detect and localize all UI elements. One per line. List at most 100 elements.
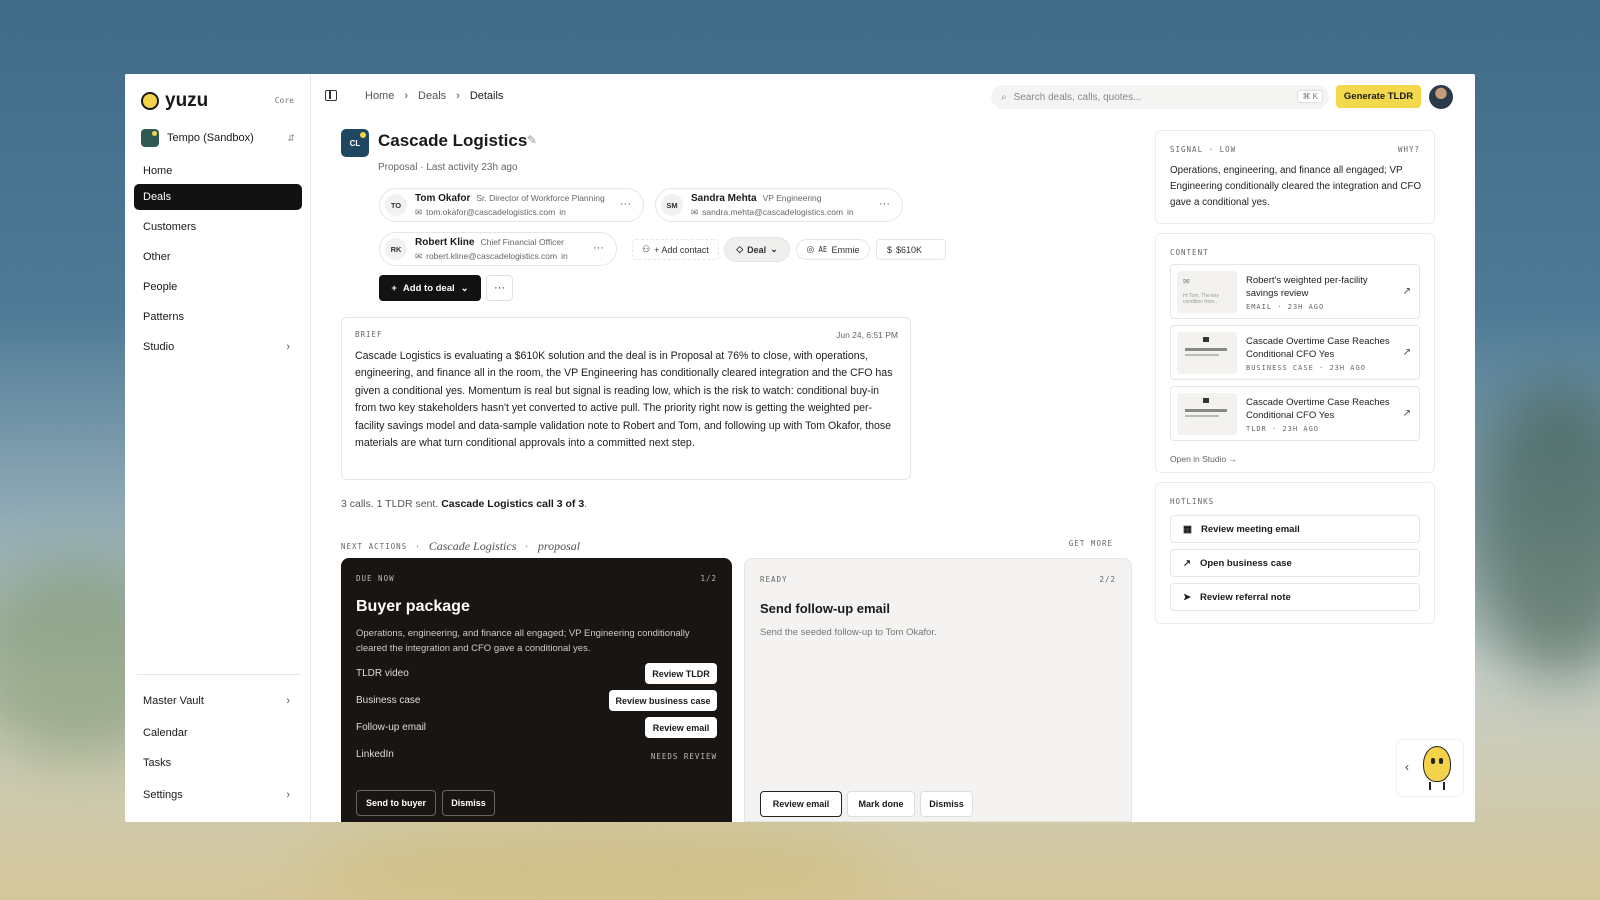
add-contact-button[interactable]: ⚇ + Add contact: [632, 239, 719, 260]
hotlink-label: Review meeting email: [1200, 523, 1300, 535]
more-icon[interactable]: ···: [620, 198, 631, 210]
breadcrumb-home[interactable]: Home: [365, 90, 394, 102]
content-type: EMAIL: [1246, 303, 1273, 311]
amount-value: $610K: [896, 244, 923, 255]
linkedin-icon[interactable]: in: [559, 207, 566, 217]
breadcrumb-deals[interactable]: Deals: [418, 90, 446, 102]
tag-icon: ◇: [736, 244, 744, 254]
search-input[interactable]: ⌕ Search deals, calls, quotes... ⌘ K: [991, 85, 1329, 109]
linkedin-icon[interactable]: in: [561, 251, 568, 261]
brief-text: Cascade Logistics is evaluating a $610K …: [355, 350, 893, 450]
content-item[interactable]: Cascade Overtime Case Reaches Conditiona…: [1170, 325, 1420, 380]
nav-people[interactable]: People: [134, 274, 302, 300]
stage-select[interactable]: ◇ Deal ⌄: [724, 237, 790, 262]
content-item[interactable]: ✉ Hi Tom, The key condition from... Rober…: [1170, 264, 1420, 319]
contact-name: Sandra Mehta: [691, 192, 757, 204]
hotlink-review-referral-note[interactable]: ➤ Review referral note: [1170, 583, 1420, 611]
signal-level: LOW: [1219, 145, 1237, 154]
signal-text: Operations, engineering, and finance all…: [1170, 165, 1422, 208]
nav-deals[interactable]: Deals: [134, 184, 302, 210]
get-more-link[interactable]: GET MORE: [1069, 539, 1113, 548]
doc-icon: [1203, 337, 1209, 342]
nav-master-vault[interactable]: Master Vault ›: [134, 688, 302, 714]
hotlink-review-meeting-email[interactable]: ▦ Review meeting email: [1170, 515, 1420, 543]
dismiss-button[interactable]: Dismiss: [920, 791, 973, 817]
why-link[interactable]: WHY?: [1398, 145, 1420, 154]
mark-done-button[interactable]: Mark done: [847, 791, 915, 817]
nav-label: Deals: [143, 191, 172, 203]
nav-studio[interactable]: Studio ›: [134, 334, 302, 360]
review-email-button[interactable]: Review email: [645, 717, 717, 738]
app-window: yuzu Core Tempo (Sandbox) ⇵ Home Deals C…: [125, 74, 1475, 822]
add-to-deal-button[interactable]: + Add to deal ⌄: [379, 275, 481, 301]
ae-owner[interactable]: ◎ AE Emmie: [796, 239, 870, 260]
nav-label: Studio: [143, 341, 175, 353]
ready-title: Send follow-up email: [760, 601, 891, 616]
ready-count: 2/2: [1099, 575, 1116, 584]
due-title: Buyer package: [356, 598, 470, 615]
next-actions-label: NEXT ACTIONS: [341, 542, 408, 551]
more-icon[interactable]: ···: [593, 242, 604, 254]
signal-label: SIGNAL: [1170, 145, 1204, 154]
nav-calendar[interactable]: Calendar: [134, 720, 302, 746]
mascot-eye-icon: [1431, 758, 1435, 764]
send-to-buyer-button[interactable]: Send to buyer: [356, 790, 436, 816]
content-item[interactable]: Cascade Overtime Case Reaches Conditiona…: [1170, 386, 1420, 441]
contact-email: robert.kline@cascadelogistics.com: [426, 251, 558, 261]
sidebar-divider: [137, 674, 301, 675]
review-business-case-button[interactable]: Review business case: [609, 690, 717, 711]
nav-tasks[interactable]: Tasks: [134, 750, 302, 776]
brand-logo[interactable]: yuzu: [141, 90, 208, 112]
search-placeholder: Search deals, calls, quotes...: [1013, 91, 1142, 103]
nav-label: Settings: [143, 789, 183, 801]
contact-name: Tom Okafor: [415, 192, 471, 204]
chevron-right-icon: ›: [286, 789, 290, 801]
linkedin-icon[interactable]: in: [847, 207, 854, 217]
due-description: Operations, engineering, and finance all…: [356, 628, 690, 654]
assistant-widget[interactable]: ‹: [1397, 740, 1463, 796]
hotlinks-label: HOTLINKS: [1170, 497, 1215, 506]
mail-icon: ✉: [1183, 277, 1190, 286]
user-avatar[interactable]: [1429, 85, 1453, 109]
dismiss-button[interactable]: Dismiss: [442, 790, 495, 816]
review-email-button[interactable]: Review email: [760, 791, 842, 817]
nav-home[interactable]: Home: [134, 158, 302, 184]
content-label: CONTENT: [1170, 248, 1209, 257]
nav-settings[interactable]: Settings ›: [134, 782, 302, 808]
contact-chip-robert-kline[interactable]: RK Robert Kline Chief Financial Officer ✉…: [379, 232, 617, 266]
deal-amount[interactable]: $ $610K: [876, 239, 946, 260]
hotlink-open-business-case[interactable]: ↗ Open business case: [1170, 549, 1420, 577]
sidebar-toggle-icon[interactable]: [325, 90, 337, 101]
chevron-left-icon[interactable]: ‹: [1405, 760, 1409, 774]
open-in-studio-link[interactable]: Open in Studio →: [1170, 454, 1237, 464]
breadcrumb-current: Details: [469, 90, 504, 102]
calls-end: .: [584, 498, 588, 510]
breadcrumb-separator-icon: ›: [456, 90, 460, 102]
more-icon[interactable]: ···: [879, 198, 890, 210]
send-icon: ➤: [1183, 591, 1191, 603]
calendar-icon: ▦: [1183, 523, 1192, 535]
mascot-leg-icon: [1443, 782, 1445, 790]
brand-name: yuzu: [165, 90, 209, 111]
more-actions-button[interactable]: ···: [486, 275, 513, 301]
contact-name: Robert Kline: [415, 236, 475, 248]
generate-tldr-button[interactable]: Generate TLDR: [1336, 85, 1421, 108]
contact-chip-tom-okafor[interactable]: TO Tom Okafor Sr. Director of Workforce P…: [379, 188, 644, 222]
call-link[interactable]: Cascade Logistics call 3 of 3: [441, 498, 584, 510]
nav-other[interactable]: Other: [134, 244, 302, 270]
nav-customers[interactable]: Customers: [134, 214, 302, 240]
review-tldr-button[interactable]: Review TLDR: [645, 663, 717, 684]
hotlinks-panel: HOTLINKS ▦ Review meeting email ↗ Open bus…: [1155, 482, 1435, 624]
pencil-icon[interactable]: ✎: [527, 133, 537, 147]
mascot-leg-icon: [1429, 782, 1431, 790]
brief-date: Jun 24, 6:51 PM: [836, 330, 898, 340]
nav-patterns[interactable]: Patterns: [134, 304, 302, 330]
row-follow-up-email: Follow-up email: [356, 722, 427, 733]
document-thumbnail: [1177, 393, 1237, 435]
chevron-right-icon: ›: [286, 695, 290, 707]
row-tldr-video: TLDR video: [356, 668, 409, 679]
mascot-icon: [1423, 746, 1451, 782]
workspace-switcher[interactable]: Tempo (Sandbox) ⇵: [141, 128, 295, 148]
contact-chip-sandra-mehta[interactable]: SM Sandra Mehta VP Engineering ✉ sandra.me…: [655, 188, 903, 222]
workspace-icon: [141, 129, 159, 147]
